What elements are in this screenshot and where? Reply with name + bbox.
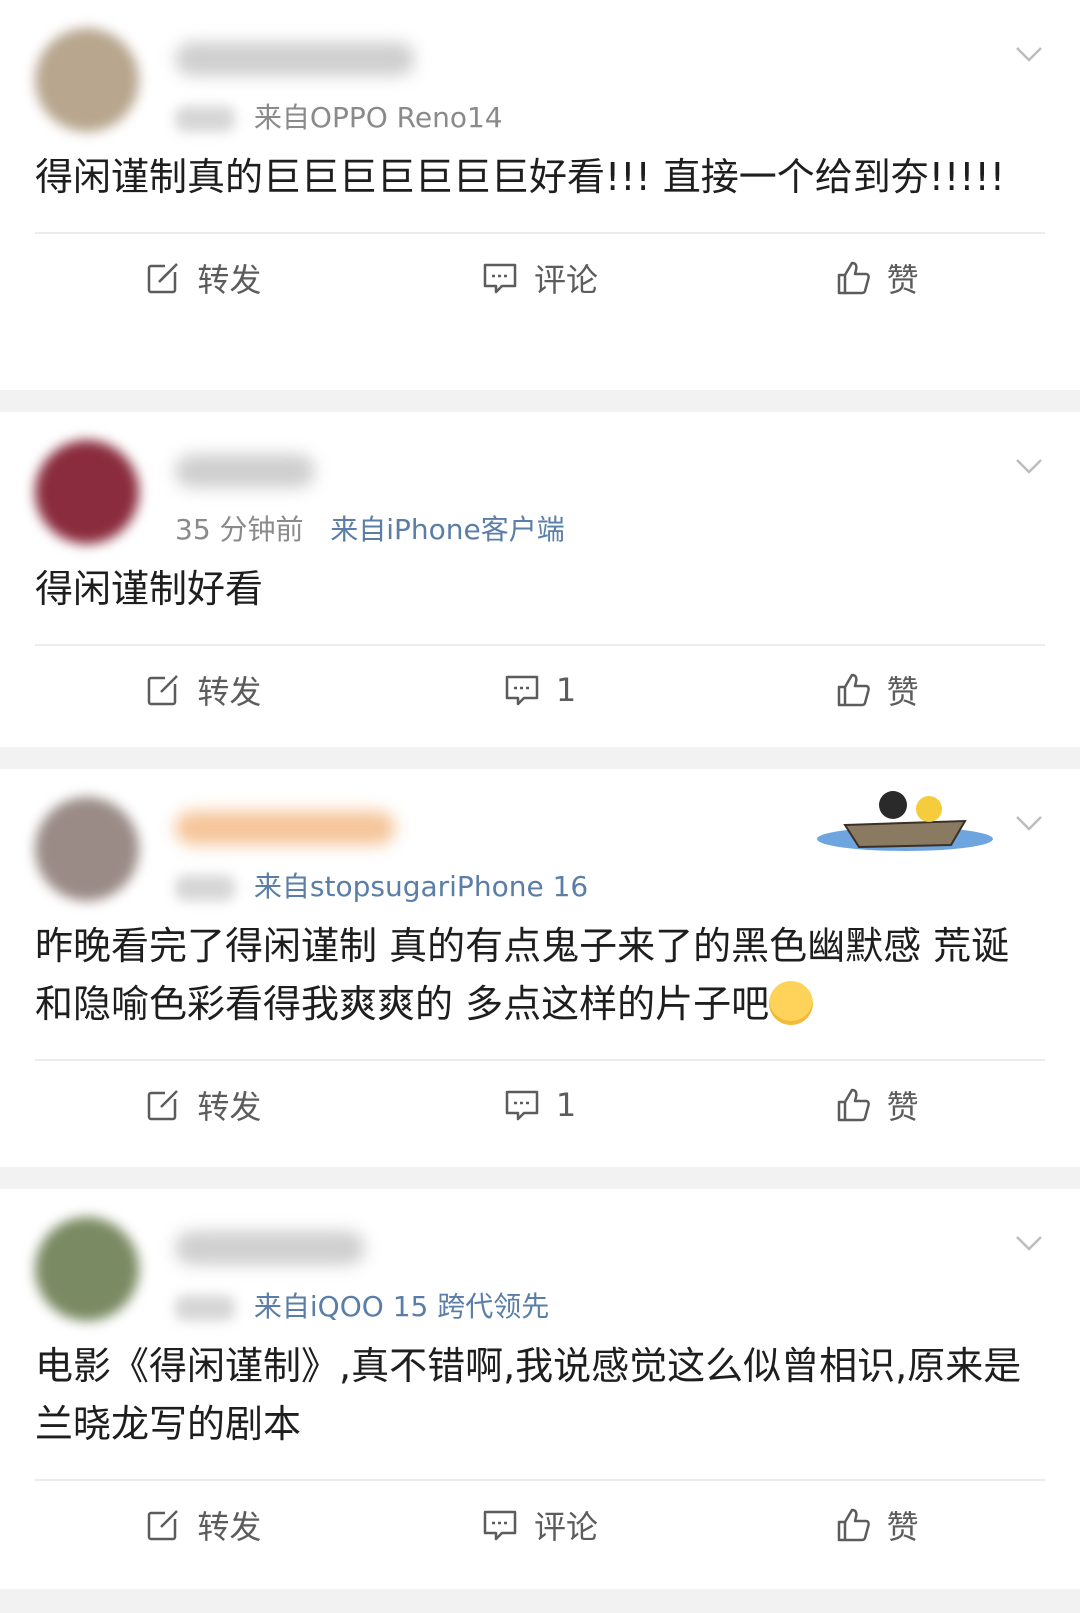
post-header: 来自iQOO 15 跨代领先 [35,1189,1045,1329]
like-label: 赞 [886,261,919,299]
post-source: 来自iQOO 15 跨代领先 [253,1290,550,1323]
post-header: 来自OPPO Reno14 [35,0,1045,140]
like-label: 赞 [886,1088,919,1126]
action-bar: 转发 1 赞 [35,646,1045,734]
post-card: 来自OPPO Reno14 得闲谨制真的巨巨巨巨巨巨巨好看!!! 直接一个给到夯… [0,0,1080,390]
chevron-down-icon[interactable] [1013,807,1045,839]
avatar[interactable] [35,797,139,901]
comment-label: 评论 [534,261,599,299]
time-blurred [175,106,235,132]
like-button[interactable]: 赞 [708,255,1045,301]
smiling-face-emoji-icon [769,980,814,1025]
post-source: 来自OPPO Reno14 [253,101,503,134]
repost-icon [148,1089,180,1121]
thumbs-up-icon [837,1088,870,1122]
post-text: 得闲谨制真的巨巨巨巨巨巨巨好看!!! 直接一个给到夯!!!!! [35,155,1005,199]
avatar[interactable] [35,1217,139,1321]
repost-label: 转发 [197,1508,262,1546]
action-bar: 转发 1 赞 [35,1061,1045,1149]
comment-button[interactable]: 1 [372,671,709,709]
repost-icon [148,1509,180,1541]
post-card: 来自iQOO 15 跨代领先 电影《得闲谨制》,真不错啊,我说感觉这么似曾相识,… [0,1189,1080,1589]
username-blurred[interactable] [175,42,415,76]
like-label: 赞 [886,1508,919,1546]
comment-button[interactable]: 1 [372,1086,709,1124]
comment-icon [483,263,517,294]
post-card: 来自stopsugariPhone 16 昨晚看完了得闲谨制 真的有点鬼子来了的… [0,769,1080,1167]
time-blurred [175,1295,235,1321]
time-blurred [175,875,235,901]
post-meta: 来自OPPO Reno14 [175,96,503,136]
repost-label: 转发 [197,673,262,711]
post-card: 35 分钟前 来自iPhone客户端 得闲谨制好看 转发 1 赞 [0,412,1080,747]
username-blurred[interactable] [175,1231,365,1265]
chevron-down-icon[interactable] [1013,1227,1045,1259]
post-header: 来自stopsugariPhone 16 [35,769,1045,909]
action-bar: 转发 评论 赞 [35,1481,1045,1569]
comment-button[interactable]: 评论 [372,1502,709,1548]
post-meta: 来自iQOO 15 跨代领先 [175,1285,549,1325]
comment-count: 1 [555,671,577,709]
comment-icon [483,1510,517,1541]
post-time: 35 分钟前 [175,513,304,546]
post-text-body: 昨晚看完了得闲谨制 真的有点鬼子来了的黑色幽默感 荒诞和隐喻色彩看得我爽爽的 多… [35,924,1010,1026]
post-header: 35 分钟前 来自iPhone客户端 [35,412,1045,552]
thumbs-up-icon [837,673,870,707]
comment-icon [505,675,539,706]
thumbs-up-icon [837,1508,870,1542]
like-button[interactable]: 赞 [708,1502,1045,1548]
action-bar: 转发 评论 赞 [35,234,1045,322]
post-meta: 来自stopsugariPhone 16 [175,865,588,905]
repost-label: 转发 [197,261,262,299]
avatar[interactable] [35,28,139,132]
username-blurred[interactable] [175,811,395,845]
repost-button[interactable]: 转发 [35,667,372,713]
chevron-down-icon[interactable] [1013,450,1045,482]
repost-button[interactable]: 转发 [35,1082,372,1128]
post-source: 来自stopsugariPhone 16 [253,870,589,903]
username-blurred[interactable] [175,454,315,488]
post-text: 昨晚看完了得闲谨制 真的有点鬼子来了的黑色幽默感 荒诞和隐喻色彩看得我爽爽的 多… [35,909,1045,1059]
like-button[interactable]: 赞 [708,1082,1045,1128]
repost-icon [148,262,180,294]
post-text: 电影《得闲谨制》,真不错啊,我说感觉这么似曾相识,原来是兰晓龙写的剧本 [35,1344,1022,1446]
avatar[interactable] [35,440,139,544]
repost-button[interactable]: 转发 [35,1502,372,1548]
like-button[interactable]: 赞 [708,667,1045,713]
comment-label: 评论 [534,1508,599,1546]
repost-button[interactable]: 转发 [35,255,372,301]
comment-count: 1 [555,1086,577,1124]
post-meta: 35 分钟前 来自iPhone客户端 [175,508,565,548]
weibo-comment-feed: 来自OPPO Reno14 得闲谨制真的巨巨巨巨巨巨巨好看!!! 直接一个给到夯… [0,0,1080,1589]
post-source: 来自iPhone客户端 [330,513,565,546]
comment-icon [505,1090,539,1121]
repost-label: 转发 [197,1088,262,1126]
like-label: 赞 [886,673,919,711]
repost-icon [148,674,180,706]
thumbs-up-icon [837,261,870,295]
comment-button[interactable]: 评论 [372,255,709,301]
post-text: 得闲谨制好看 [35,567,264,611]
chevron-down-icon[interactable] [1013,38,1045,70]
